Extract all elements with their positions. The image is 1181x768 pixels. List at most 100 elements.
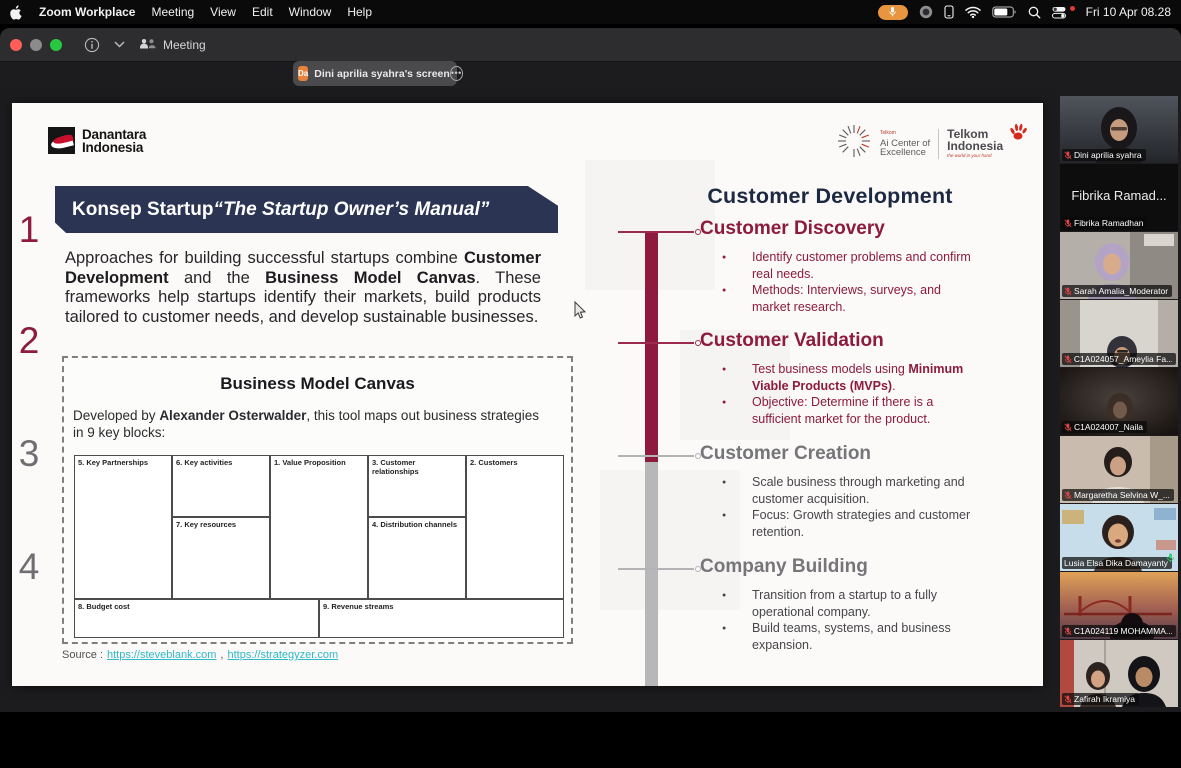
telkom-tagline: the world in your hand <box>947 153 1003 158</box>
business-model-canvas-box: Business Model Canvas Developed by Alexa… <box>62 356 573 644</box>
menu-app-name[interactable]: Zoom Workplace <box>39 5 135 19</box>
danantara-logo-text2: Indonesia <box>82 141 146 154</box>
participant-name-label: C1A024057_Ameylia Fa... <box>1062 353 1176 365</box>
bmc-cell-value-proposition: 1. Value Proposition <box>270 455 368 599</box>
bullet-item: Scale business through marketing and cus… <box>710 474 972 507</box>
timeline-number-2: 2 <box>12 320 46 362</box>
participant-tile-zafirah[interactable]: Zafirah Ikramiya <box>1060 640 1178 707</box>
window-meeting-label: Meeting <box>163 38 206 52</box>
participant-name-label: C1A024007_Naila <box>1062 421 1147 433</box>
timeline-tick-4 <box>618 568 694 570</box>
muted-mic-icon <box>1064 219 1072 228</box>
step-bullets-customer-creation: Scale business through marketing and cus… <box>710 474 972 540</box>
timeline-number-1: 1 <box>12 209 46 251</box>
step-bullets-customer-discovery: Identify customer problems and confirm r… <box>710 249 972 315</box>
bmc-title: Business Model Canvas <box>64 374 571 394</box>
muted-mic-icon <box>1064 287 1072 296</box>
telkom-hand-logo-icon <box>1007 122 1029 149</box>
bmc-cell-key-partnerships: 5. Key Partnerships <box>74 455 172 599</box>
source-link-strategyzer[interactable]: https://strategyzer.com <box>227 649 338 661</box>
source-link-steveblank[interactable]: https://steveblank.com <box>107 649 216 661</box>
slide-title-quoted: “The Startup Owner’s Manual” <box>213 199 489 221</box>
menu-item-meeting[interactable]: Meeting <box>151 5 194 19</box>
close-window-button[interactable] <box>10 39 22 51</box>
menu-item-edit[interactable]: Edit <box>252 5 273 19</box>
timeline-number-4: 4 <box>12 546 46 588</box>
participant-name-label: Zafirah Ikramiya <box>1062 693 1139 705</box>
chevron-down-icon[interactable] <box>114 41 125 48</box>
timeline-bar-maroon <box>645 231 658 462</box>
source-line: Source : https://steveblank.com, https:/… <box>62 649 338 661</box>
step-title-company-building: Company Building <box>700 556 868 578</box>
mic-in-use-indicator[interactable] <box>878 5 908 20</box>
danantara-logo-mark-icon <box>48 127 75 154</box>
timeline-tick-1 <box>618 231 694 233</box>
participant-tile-ameylia[interactable]: C1A024057_Ameylia Fa... <box>1060 300 1178 367</box>
participant-name-label: Sarah Amalia_Moderator <box>1062 285 1172 297</box>
window-titlebar: Meeting Da Dini aprilia syahra's screen … <box>0 28 1181 62</box>
shared-screen-tab[interactable]: Da Dini aprilia syahra's screen ••• <box>293 61 457 86</box>
shared-slide: Danantara Indonesia <box>12 103 1043 686</box>
zoom-window-button[interactable] <box>50 39 62 51</box>
participant-tile-sarah[interactable]: Sarah Amalia_Moderator <box>1060 232 1178 299</box>
bmc-grid: 5. Key Partnerships 6. Key activities 1.… <box>74 455 564 599</box>
participant-tile-margaretha[interactable]: Margaretha Selvina W_... <box>1060 436 1178 503</box>
menu-clock[interactable]: Fri 10 Apr 08.28 <box>1086 5 1171 19</box>
participant-tile-naila[interactable]: C1A024007_Naila <box>1060 368 1178 435</box>
tab-more-options-icon[interactable]: ••• <box>450 66 463 81</box>
participant-name-label: C1A024119 MOHAMMA... <box>1062 625 1176 637</box>
bullet-item: Methods: Interviews, surveys, and market… <box>710 282 972 315</box>
bmc-cell-distribution-channels: 4. Distribution channels <box>368 517 466 599</box>
participant-tile-dini[interactable]: Dini aprilia syahra <box>1060 96 1178 163</box>
control-center-icon[interactable] <box>1052 6 1066 19</box>
bmc-cell-customer-relationships: 3. Customer relationships <box>368 455 466 517</box>
step-bullets-company-building: Transition from a startup to a fully ope… <box>710 587 972 653</box>
shared-app-icon: Da <box>298 66 308 81</box>
participant-display-name: Fibrika Ramad... <box>1060 188 1178 203</box>
step-title-customer-discovery: Customer Discovery <box>700 218 885 240</box>
mouse-cursor-icon <box>574 301 587 325</box>
bullet-item: Build teams, systems, and business expan… <box>710 620 972 653</box>
screen-mirroring-icon[interactable] <box>944 5 954 19</box>
menu-item-window[interactable]: Window <box>289 5 332 19</box>
battery-icon[interactable] <box>992 6 1017 18</box>
muted-mic-icon <box>1064 355 1072 364</box>
apple-logo-icon[interactable] <box>10 5 23 20</box>
menu-item-help[interactable]: Help <box>347 5 372 19</box>
step-title-customer-validation: Customer Validation <box>700 330 884 352</box>
danantara-logo-text1: Danantara <box>82 128 146 141</box>
info-icon[interactable] <box>84 37 100 53</box>
muted-mic-icon <box>1064 695 1072 704</box>
bullet-item: Transition from a startup to a fully ope… <box>710 587 972 620</box>
timeline-number-3: 3 <box>12 433 46 475</box>
participant-tile-lusia-active-speaker[interactable]: Lusia Elsa Dika Damayanty <box>1060 504 1178 571</box>
bullet-item: Identify customer problems and confirm r… <box>710 249 972 282</box>
participant-tile-mohamma[interactable]: C1A024119 MOHAMMA... <box>1060 572 1178 639</box>
source-label: Source : <box>62 649 103 661</box>
meeting-participants-icon <box>139 38 156 52</box>
active-mic-icon <box>1166 550 1175 568</box>
spotlight-search-icon[interactable] <box>1028 6 1041 19</box>
partner-logos: Telkom Ai Center of Excellence Telkom In… <box>836 123 1029 164</box>
step-title-customer-creation: Customer Creation <box>700 443 871 465</box>
bmc-grid-bottom: 8. Budget cost 9. Revenue streams <box>74 599 564 638</box>
muted-mic-icon <box>1064 627 1072 636</box>
minimize-window-button[interactable] <box>30 39 42 51</box>
participant-name-label: Dini aprilia syahra <box>1062 149 1146 161</box>
muted-mic-icon <box>1064 423 1072 432</box>
logo-divider <box>938 129 939 159</box>
step-bullets-customer-validation: Test business models using Minimum Viabl… <box>710 361 972 427</box>
menu-item-view[interactable]: View <box>210 5 236 19</box>
muted-mic-icon <box>1064 491 1072 500</box>
participant-tile-fibrika[interactable]: Fibrika Ramad... Fibrika Ramadhan <box>1060 164 1178 231</box>
screen: Zoom Workplace Meeting View Edit Window … <box>0 0 1181 768</box>
timeline-bar-gray <box>645 462 658 686</box>
danantara-logo: Danantara Indonesia <box>48 127 146 154</box>
notification-dot <box>1070 6 1075 11</box>
bmc-cell-budget-cost: 8. Budget cost <box>74 599 319 638</box>
slide-title-prefix: Konsep Startup <box>72 199 213 221</box>
participant-name-label: Margaretha Selvina W_... <box>1062 489 1174 501</box>
status-circle-icon[interactable] <box>919 5 933 19</box>
bullet-item: Test business models using Minimum Viabl… <box>710 361 972 394</box>
wifi-icon[interactable] <box>965 6 981 18</box>
